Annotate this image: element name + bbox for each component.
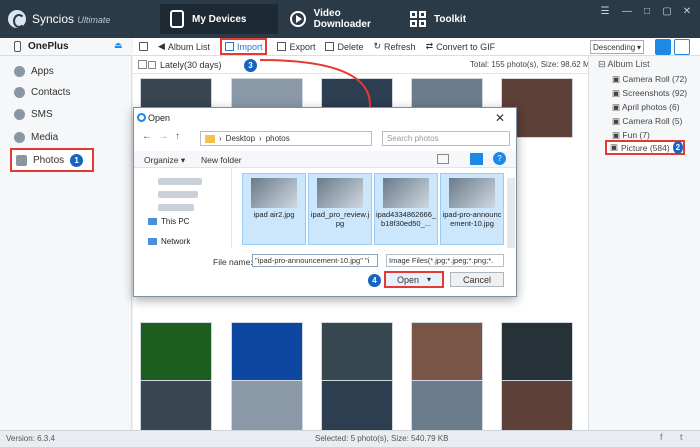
computer-icon	[148, 218, 157, 225]
forward-icon[interactable]: →	[158, 131, 168, 142]
file-type-select[interactable]: Image Files(*.jpg;*.jpeg;*.png;*.	[386, 254, 504, 267]
dialog-search-input[interactable]: Search photos	[382, 131, 510, 146]
step-badge-4: 4	[368, 274, 381, 287]
path-separator-icon: ›	[219, 134, 222, 143]
up-icon[interactable]: ↑	[175, 131, 180, 142]
cancel-button[interactable]: Cancel	[450, 272, 504, 287]
organize-menu[interactable]: Organize ▾	[144, 155, 185, 166]
blurred-item	[158, 191, 198, 198]
blurred-item	[158, 178, 202, 185]
close-icon[interactable]: ✕	[495, 111, 505, 125]
nav-network[interactable]: Network	[148, 237, 190, 246]
network-icon	[148, 238, 157, 245]
file-list-scrollbar[interactable]	[507, 178, 515, 248]
new-folder-button[interactable]: New folder	[201, 155, 242, 165]
file-name-label: File name:	[213, 257, 253, 267]
open-button[interactable]: Open ▾	[384, 271, 444, 288]
dialog-title: Open	[148, 113, 171, 123]
path-separator-icon: ›	[259, 134, 262, 143]
file-thumbnail	[251, 178, 297, 208]
folder-icon	[205, 134, 215, 143]
file-item[interactable]: ipad air2.jpg	[242, 173, 306, 245]
preview-pane-icon[interactable]	[470, 153, 483, 165]
file-item[interactable]: ipad4334862666_b18f30ed50_...	[374, 173, 438, 245]
nav-this-pc[interactable]: This PC	[148, 217, 189, 226]
address-bar[interactable]: › Desktop › photos	[200, 131, 372, 146]
file-item[interactable]: ipad_pro_review.jpg	[308, 173, 372, 245]
help-icon[interactable]: ?	[493, 152, 506, 165]
breadcrumb-desktop[interactable]: Desktop	[226, 134, 255, 143]
blurred-item	[158, 204, 194, 211]
back-icon[interactable]: ←	[142, 131, 152, 142]
file-thumbnail	[317, 178, 363, 208]
app-logo-icon	[137, 113, 146, 122]
file-name-input[interactable]: "ipad-pro-announcement-10.jpg" "i	[252, 254, 378, 267]
chevron-down-icon: ▾	[427, 275, 432, 284]
dialog-command-bar	[134, 151, 516, 168]
file-thumbnail	[449, 178, 495, 208]
view-options-icon[interactable]	[437, 154, 449, 164]
breadcrumb-photos[interactable]: photos	[266, 134, 290, 143]
file-item[interactable]: ipad-pro-announcement-10.jpg	[440, 173, 504, 245]
file-thumbnail	[383, 178, 429, 208]
